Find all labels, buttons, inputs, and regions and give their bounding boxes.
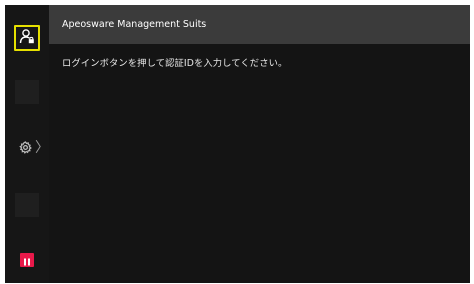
sidebar: 〉 xyxy=(5,5,49,283)
sidebar-empty-slot xyxy=(15,80,39,104)
screen-frame: 〉 Apeosware Management Suits ログインボタンを押して… xyxy=(5,5,470,283)
sidebar-empty-slot xyxy=(15,193,39,217)
login-button[interactable] xyxy=(14,25,40,51)
pause-icon xyxy=(23,251,31,270)
chevron-right-icon: 〉 xyxy=(35,140,49,156)
header-bar: Apeosware Management Suits xyxy=(49,5,470,44)
main-panel: ログインボタンを押して認証IDを入力してください。 xyxy=(49,44,470,283)
instruction-text: ログインボタンを押して認証IDを入力してください。 xyxy=(62,58,288,69)
user-lock-icon xyxy=(19,28,35,48)
page-title: Apeosware Management Suits xyxy=(62,19,207,30)
gear-icon xyxy=(19,139,32,158)
pause-button[interactable] xyxy=(20,253,34,267)
settings-button[interactable]: 〉 xyxy=(19,137,49,159)
